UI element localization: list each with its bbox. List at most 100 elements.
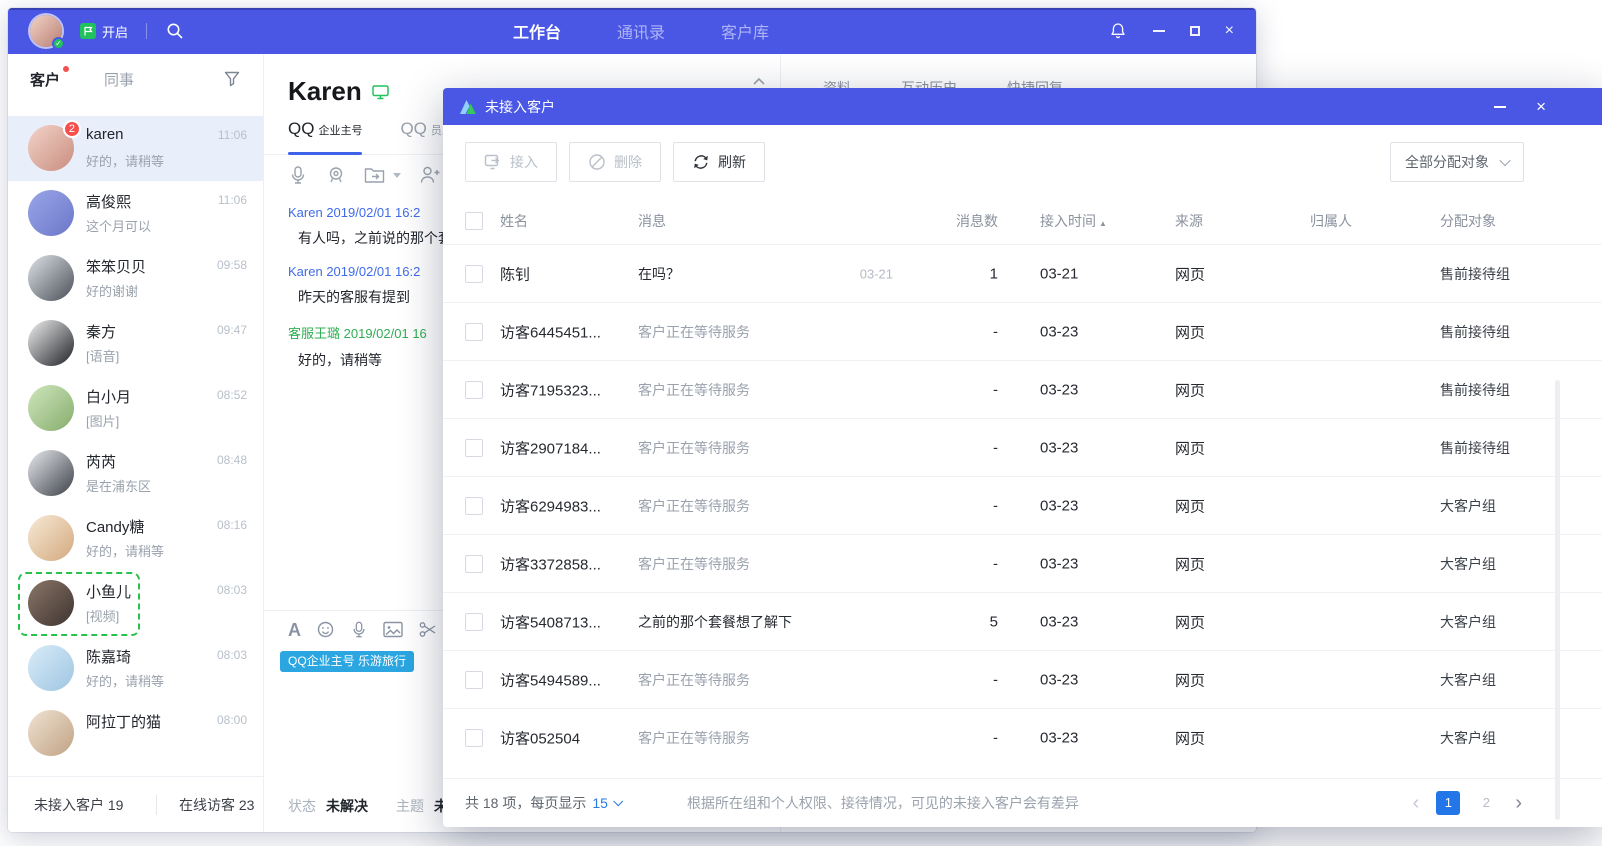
chat-list-item[interactable]: 2 karen 好的，请稍等 11:06 — [8, 116, 263, 181]
bell-icon[interactable] — [1108, 21, 1128, 41]
col-count[interactable]: 消息数 — [898, 211, 998, 231]
modal-minimize-button[interactable] — [1494, 105, 1507, 108]
chat-list-item[interactable]: 高俊熙 这个月可以 11:06 — [8, 181, 263, 246]
scrollbar[interactable] — [1555, 380, 1560, 820]
next-page-button[interactable]: › — [1515, 793, 1522, 813]
col-owner[interactable]: 归属人 — [1310, 211, 1420, 231]
tab-colleagues[interactable]: 同事 — [104, 69, 134, 90]
refresh-button[interactable]: 刷新 — [673, 141, 765, 182]
select-all-checkbox[interactable] — [465, 212, 483, 230]
table-row[interactable]: 访客2907184... 客户正在等待服务 - 03-23 网页 售前接待组 — [443, 418, 1602, 476]
assign-filter-dropdown[interactable]: 全部分配对象 — [1390, 141, 1524, 182]
chat-list-item[interactable]: 芮芮 是在浦东区 08:48 — [8, 441, 263, 506]
search-icon[interactable] — [165, 21, 185, 41]
chat-list-item[interactable]: 阿拉丁的猫 08:00 — [8, 701, 263, 766]
page-size-value[interactable]: 15 — [592, 795, 608, 811]
page-button[interactable]: 1 — [1436, 791, 1461, 815]
add-person-icon[interactable] — [419, 165, 441, 185]
table-row[interactable]: 陈钊 在吗？ 03-21 1 03-21 网页 售前接待组 — [443, 244, 1602, 302]
chat-list-item[interactable]: 小鱼儿 [视频] 08:03 — [8, 571, 263, 636]
chat-preview: [图片] — [86, 414, 120, 429]
page-button[interactable]: 2 — [1474, 791, 1498, 815]
folder-transfer-icon[interactable] — [364, 166, 385, 184]
image-icon[interactable] — [383, 621, 403, 638]
filter-icon[interactable] — [223, 70, 241, 88]
nav-tab[interactable]: 通讯录 — [617, 19, 665, 43]
sidebar-tabs: 客户 同事 — [8, 54, 263, 104]
status-key: 状态 — [288, 798, 316, 814]
table-row[interactable]: 访客5494589... 客户正在等待服务 - 03-23 网页 大客户组 — [443, 650, 1602, 708]
col-message[interactable]: 消息 — [638, 211, 838, 231]
prev-page-button[interactable]: ‹ — [1413, 793, 1420, 813]
avatar — [28, 385, 74, 431]
modal-titlebar: 未接入客户 × — [443, 88, 1602, 125]
cell-message: 客户正在等待服务 — [638, 671, 750, 688]
table-row[interactable]: 访客6294983... 客户正在等待服务 - 03-23 网页 大客户组 — [443, 476, 1602, 534]
row-checkbox[interactable] — [465, 670, 483, 689]
row-checkbox[interactable] — [465, 380, 483, 399]
col-name[interactable]: 姓名 — [500, 211, 632, 231]
chat-list-item[interactable]: 白小月 [图片] 08:52 — [8, 376, 263, 441]
message-time: 2019/02/01 16:2 — [326, 264, 421, 279]
row-checkbox[interactable] — [465, 612, 483, 631]
cell-source: 网页 — [1175, 730, 1206, 747]
table-row[interactable]: 访客5408713... 之前的那个套餐想了解下 5 03-23 网页 大客户组 — [443, 592, 1602, 650]
row-checkbox[interactable] — [465, 264, 483, 283]
channel-tab[interactable]: QQ 企业主号 — [288, 119, 363, 155]
table-row[interactable]: 访客6445451... 客户正在等待服务 - 03-23 网页 售前接待组 — [443, 302, 1602, 360]
pagination: ‹ 1 2 › — [1413, 791, 1522, 815]
message-time: 2019/02/01 16:2 — [326, 205, 421, 220]
channel-tab-suffix: 企业主号 — [318, 125, 363, 137]
status-chip[interactable]: 开启 — [80, 22, 128, 41]
cell-source: 网页 — [1175, 556, 1206, 573]
pending-customers-link[interactable]: 未接入客户 19 — [8, 795, 156, 815]
window-maximize-button[interactable] — [1189, 26, 1200, 36]
collapse-up-icon[interactable] — [752, 76, 766, 86]
cell-source: 网页 — [1175, 266, 1206, 283]
cell-source: 网页 — [1175, 382, 1206, 399]
emoji-icon[interactable] — [316, 620, 335, 639]
channel-tag[interactable]: QQ企业主号 乐游旅行 — [280, 651, 415, 672]
col-assign[interactable]: 分配对象 — [1440, 211, 1580, 231]
nav-tab[interactable]: 工作台 — [513, 19, 561, 43]
nav-tab[interactable]: 客户库 — [721, 19, 769, 43]
user-avatar[interactable]: ✓ — [30, 15, 65, 50]
col-source[interactable]: 来源 — [1175, 211, 1285, 231]
col-access-time[interactable]: 接入时间 ▲ — [1040, 211, 1150, 231]
chat-list-item[interactable]: 笨笨贝贝 好的谢谢 09:58 — [8, 246, 263, 311]
chat-list-item[interactable]: 陈嘉琦 好的，请稍等 08:03 — [8, 636, 263, 701]
avatar — [28, 710, 74, 756]
webcam-icon[interactable] — [326, 165, 346, 185]
permission-note: 根据所在组和个人权限、接待情况，可见的未接入客户会有差异 — [686, 795, 1079, 811]
voice-icon[interactable] — [350, 620, 368, 639]
chat-list-item[interactable]: Candy糖 好的，请稍等 08:16 — [8, 506, 263, 571]
row-checkbox[interactable] — [465, 554, 483, 573]
table-row[interactable]: 访客052504 客户正在等待服务 - 03-23 网页 大客户组 — [443, 708, 1602, 766]
cell-message: 客户正在等待服务 — [638, 555, 750, 572]
online-visitors-link[interactable]: 在线访客 23 — [157, 795, 254, 815]
row-checkbox[interactable] — [465, 728, 483, 747]
folder-dropdown-caret[interactable] — [393, 172, 401, 178]
microphone-icon[interactable] — [288, 165, 308, 185]
window-minimize-button[interactable] — [1152, 30, 1165, 32]
screenshot-scissors-icon[interactable] — [418, 620, 438, 639]
tab-customers[interactable]: 客户 — [30, 65, 70, 90]
status-value[interactable]: 未解决 — [326, 798, 368, 814]
connect-button[interactable]: 接入 — [465, 141, 557, 182]
topbar-divider — [146, 23, 148, 39]
modal-close-button[interactable]: × — [1536, 98, 1546, 115]
table-row[interactable]: 访客3372858... 客户正在等待服务 - 03-23 网页 大客户组 — [443, 534, 1602, 592]
cell-name: 访客5494589... — [500, 672, 601, 689]
cell-message: 客户正在等待服务 — [638, 497, 750, 514]
window-close-button[interactable]: × — [1225, 23, 1234, 39]
row-checkbox[interactable] — [465, 322, 483, 341]
row-checkbox[interactable] — [465, 438, 483, 457]
modal-toolbar: 接入 删除 刷新 全部分配对象 — [443, 125, 1602, 198]
row-checkbox[interactable] — [465, 496, 483, 515]
delete-button[interactable]: 删除 — [569, 141, 661, 182]
chat-list-item[interactable]: 秦方 [语音] 09:47 — [8, 311, 263, 376]
cell-access-time: 03-23 — [1040, 439, 1079, 456]
table-row[interactable]: 访客7195323... 客户正在等待服务 - 03-23 网页 售前接待组 — [443, 360, 1602, 418]
page-size-caret-icon[interactable] — [613, 795, 624, 806]
font-icon[interactable]: A — [288, 621, 301, 639]
